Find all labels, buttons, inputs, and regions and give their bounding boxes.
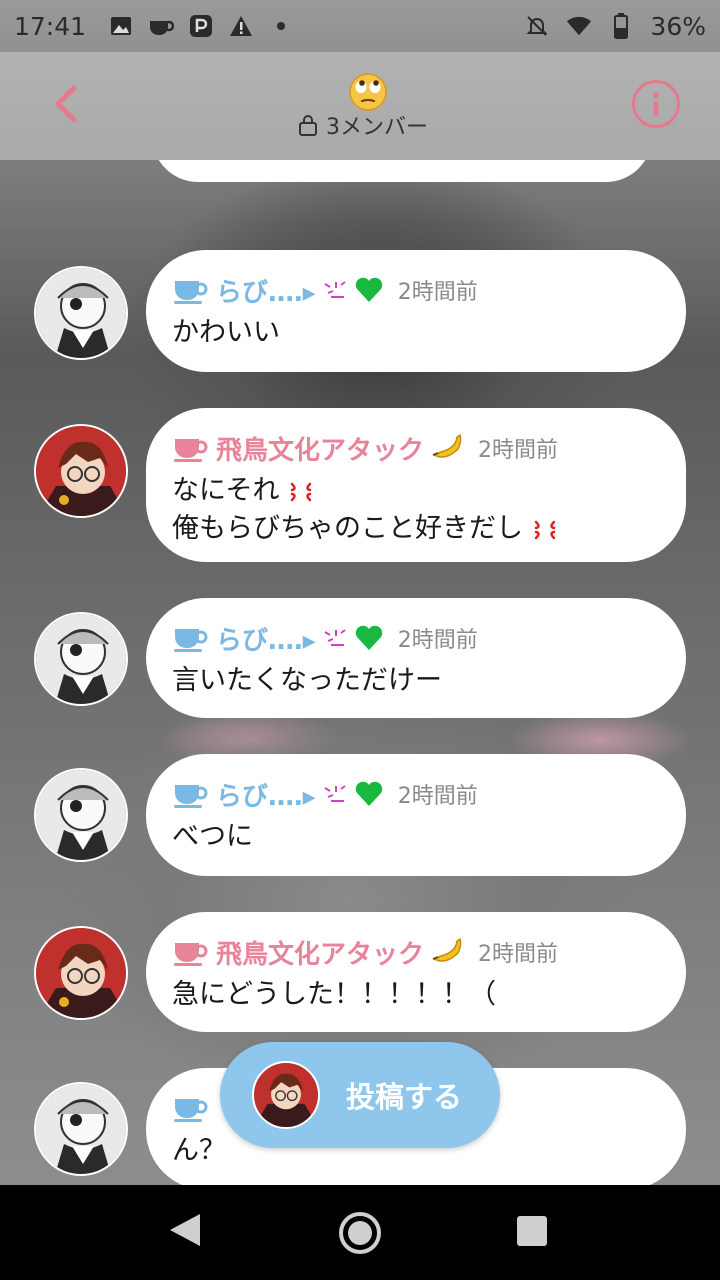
message-bubble[interactable]: 飛鳥文化アタック 2時間前 急にどうした！！！！！（ xyxy=(146,912,686,1032)
lock-icon xyxy=(299,115,317,136)
green-heart-icon xyxy=(355,625,382,650)
cup-icon xyxy=(174,943,208,966)
sparkle-heart-icon xyxy=(324,629,346,646)
cup-icon xyxy=(174,785,208,808)
message-text: なにそれ xyxy=(172,475,280,506)
battery-percent: 36% xyxy=(650,11,706,41)
avatar-maid[interactable] xyxy=(34,612,128,706)
member-count-label: 3メンバー xyxy=(326,115,428,140)
sender-name[interactable]: らび‥‥▸ xyxy=(216,272,316,309)
message-text: 言いたくなっただけー xyxy=(172,665,442,696)
cup-icon xyxy=(174,1099,208,1122)
nav-home-icon[interactable] xyxy=(338,1211,382,1255)
time-ago: 2時間前 xyxy=(397,784,478,809)
sparkle-heart-icon xyxy=(324,785,346,802)
cup-icon xyxy=(174,629,208,652)
chat-header: 3メンバー xyxy=(0,52,720,160)
previous-message-bubble[interactable] xyxy=(152,160,652,182)
sender-name[interactable]: 飛鳥文化アタック xyxy=(216,430,424,467)
time-ago: 2時間前 xyxy=(397,280,478,305)
p-app-icon xyxy=(188,13,214,39)
time-ago: 2時間前 xyxy=(478,438,559,463)
message-text: ん？ xyxy=(172,1135,226,1166)
nav-back-icon[interactable] xyxy=(168,1212,202,1248)
rolling-eyes-emoji-icon xyxy=(348,72,388,112)
anger-icon xyxy=(290,482,312,501)
sender-name[interactable]: 飛鳥文化アタック xyxy=(216,934,424,971)
message-text: べつに xyxy=(172,821,253,852)
status-time: 17:41 xyxy=(14,11,87,41)
banana-icon xyxy=(432,937,462,962)
cup-icon xyxy=(174,281,208,304)
wifi-icon xyxy=(566,13,592,39)
back-button[interactable] xyxy=(42,76,90,132)
sparkle-heart-icon xyxy=(324,281,346,298)
battery-icon xyxy=(608,13,634,39)
message-list[interactable]: らび‥‥▸ 2時間前 かわいい 飛鳥文化アタック 2時間前 なにそれ 俺もらびち… xyxy=(0,160,720,1185)
info-button[interactable] xyxy=(632,80,680,128)
sender-name[interactable]: らび‥‥▸ xyxy=(216,776,316,813)
time-ago: 2時間前 xyxy=(478,942,559,967)
message-text: 急にどうした！！！！！（ xyxy=(172,979,496,1010)
avatar-maid[interactable] xyxy=(34,266,128,360)
nav-recents-icon[interactable] xyxy=(517,1216,547,1246)
message-bubble[interactable]: 飛鳥文化アタック 2時間前 なにそれ 俺もらびちゃのこと好きだし xyxy=(146,408,686,562)
member-count[interactable]: 3メンバー xyxy=(298,110,428,140)
message-bubble[interactable]: らび‥‥▸ 2時間前 言いたくなっただけー xyxy=(146,598,686,718)
info-icon xyxy=(653,92,659,116)
avatar-maid[interactable] xyxy=(34,768,128,862)
message-text: かわいい xyxy=(172,317,280,348)
chevron-left-icon xyxy=(55,85,77,123)
post-button-label: 投稿する xyxy=(346,1080,463,1114)
avatar-glasses[interactable] xyxy=(34,424,128,518)
banana-icon xyxy=(432,433,462,458)
message-bubble[interactable]: らび‥‥▸ 2時間前 べつに xyxy=(146,754,686,876)
green-heart-icon xyxy=(355,277,382,302)
anger-icon xyxy=(534,520,555,539)
navigation-bar xyxy=(0,1185,720,1280)
green-heart-icon xyxy=(355,781,382,806)
status-bar: 17:41 36% xyxy=(0,0,720,52)
time-ago: 2時間前 xyxy=(397,628,478,653)
avatar-glasses[interactable] xyxy=(34,926,128,1020)
bell-off-icon xyxy=(524,13,550,39)
post-button[interactable]: 投稿する xyxy=(220,1042,500,1148)
dot-icon xyxy=(268,13,294,39)
avatar-maid[interactable] xyxy=(34,1082,128,1176)
my-avatar xyxy=(252,1061,320,1129)
message-text: 俺もらびちゃのこと好きだし xyxy=(172,513,523,544)
message-bubble[interactable]: らび‥‥▸ 2時間前 かわいい xyxy=(146,250,686,372)
warning-icon xyxy=(228,13,254,39)
cup-icon xyxy=(174,439,208,462)
cup-status-icon xyxy=(148,13,175,39)
gallery-icon xyxy=(108,13,134,39)
sender-name[interactable]: らび‥‥▸ xyxy=(216,620,316,657)
